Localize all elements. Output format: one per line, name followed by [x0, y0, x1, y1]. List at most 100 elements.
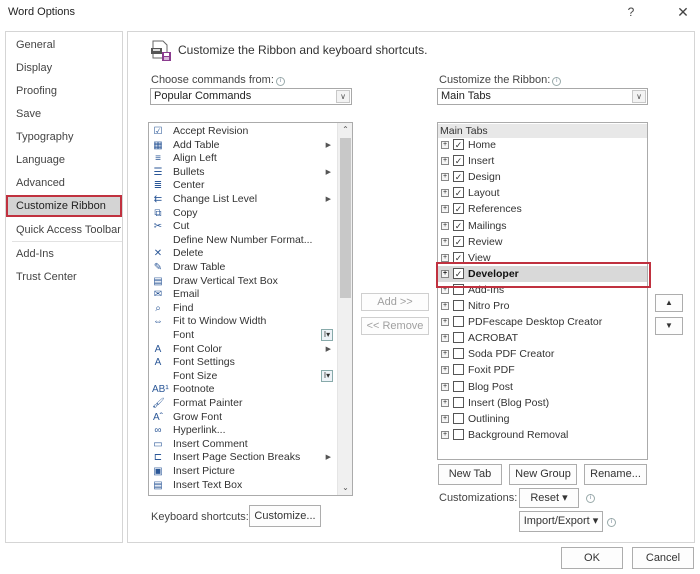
command-item[interactable]: A Font Settings — [149, 356, 337, 370]
nav-item-add-ins[interactable]: Add-Ins — [6, 243, 122, 265]
expand-icon[interactable]: + — [441, 366, 449, 375]
command-item[interactable]: ≡ Align Left — [149, 152, 337, 166]
nav-item-display[interactable]: Display — [6, 57, 122, 79]
info-icon[interactable]: i — [586, 494, 595, 503]
command-item[interactable]: 🖌 Format Painter — [149, 397, 337, 411]
tab-checkbox[interactable]: ✓ — [453, 267, 464, 279]
chevron-down-icon[interactable]: ∨ — [336, 90, 350, 103]
help-button[interactable]: ? — [621, 3, 641, 21]
ribbon-tab-item[interactable]: + ✓ View — [438, 250, 647, 266]
command-item[interactable]: ≣ Center — [149, 179, 337, 193]
new-tab-button[interactable]: New Tab — [438, 464, 502, 485]
move-up-button[interactable]: ▲ — [655, 294, 683, 312]
tab-checkbox[interactable] — [453, 332, 464, 344]
expand-icon[interactable]: + — [441, 253, 449, 262]
expand-icon[interactable]: + — [441, 189, 449, 198]
tab-checkbox[interactable] — [453, 316, 464, 328]
ribbon-tab-item[interactable]: + Foxit PDF — [438, 362, 647, 378]
command-item[interactable]: AB¹ Footnote — [149, 383, 337, 397]
ribbon-tab-item[interactable]: + ACROBAT — [438, 330, 647, 346]
commands-scrollbar[interactable]: ⌃ ⌄ — [337, 123, 352, 495]
expand-icon[interactable]: + — [441, 173, 449, 182]
tab-checkbox[interactable]: ✓ — [453, 235, 464, 247]
tab-checkbox[interactable]: ✓ — [453, 187, 464, 199]
add-button[interactable]: Add >> — [361, 293, 429, 311]
expand-icon[interactable]: + — [441, 398, 449, 407]
tab-checkbox[interactable]: ✓ — [453, 251, 464, 263]
tab-checkbox[interactable]: ✓ — [453, 171, 464, 183]
rename-button[interactable]: Rename... — [584, 464, 647, 485]
nav-item-quick-access-toolbar[interactable]: Quick Access Toolbar — [6, 219, 122, 241]
tab-checkbox[interactable] — [453, 283, 464, 295]
expand-icon[interactable]: + — [441, 302, 449, 310]
info-icon[interactable]: i — [552, 77, 562, 86]
tab-checkbox[interactable] — [453, 380, 464, 392]
expand-icon[interactable]: + — [441, 285, 449, 294]
command-item[interactable]: ▣ Insert Picture — [149, 465, 337, 479]
scroll-thumb[interactable] — [340, 138, 351, 298]
command-item[interactable]: ✕ Delete — [149, 247, 337, 261]
nav-item-general[interactable]: General — [6, 34, 122, 56]
nav-item-proofing[interactable]: Proofing — [6, 80, 122, 102]
command-item[interactable]: ☰ Bullets ▶ — [149, 166, 337, 180]
tab-checkbox[interactable]: ✓ — [453, 139, 464, 150]
tab-checkbox[interactable] — [453, 348, 464, 360]
nav-item-trust-center[interactable]: Trust Center — [6, 266, 122, 288]
command-item[interactable]: ∞ Hyperlink... — [149, 424, 337, 438]
remove-button[interactable]: << Remove — [361, 317, 429, 335]
new-group-button[interactable]: New Group — [509, 464, 577, 485]
ribbon-tab-item[interactable]: + ✓ References — [438, 201, 647, 217]
expand-icon[interactable]: + — [441, 414, 449, 423]
command-item[interactable]: Define New Number Format... — [149, 234, 337, 248]
tab-checkbox[interactable] — [453, 396, 464, 408]
expand-icon[interactable]: + — [441, 221, 449, 230]
info-icon[interactable]: i — [607, 518, 616, 527]
ribbon-tab-item[interactable]: + Blog Post — [438, 379, 647, 395]
command-item[interactable]: ⌕ Find — [149, 302, 337, 316]
expand-icon[interactable]: + — [441, 141, 449, 149]
ribbon-tab-item[interactable]: + ✓ Developer — [438, 265, 647, 282]
ribbon-tab-item[interactable]: + ✓ Home — [438, 137, 647, 153]
reset-info[interactable]: i — [584, 491, 595, 503]
expand-icon[interactable]: + — [441, 350, 449, 359]
ribbon-tab-item[interactable]: + Outlining — [438, 411, 647, 427]
tab-checkbox[interactable] — [453, 428, 464, 440]
command-item[interactable]: ✉ Email — [149, 288, 337, 302]
move-down-button[interactable]: ▼ — [655, 317, 683, 335]
nav-item-language[interactable]: Language — [6, 149, 122, 171]
ribbon-tab-item[interactable]: + PDFescape Desktop Creator — [438, 314, 647, 330]
command-item[interactable]: ⧉ Copy — [149, 207, 337, 221]
expand-icon[interactable]: + — [441, 318, 449, 327]
tab-checkbox[interactable] — [453, 300, 464, 311]
expand-icon[interactable]: + — [441, 157, 449, 166]
expand-icon[interactable]: + — [441, 269, 449, 278]
tab-checkbox[interactable]: ✓ — [453, 219, 464, 231]
ribbon-tab-item[interactable]: + ✓ Review — [438, 234, 647, 250]
tab-checkbox[interactable] — [453, 364, 464, 376]
command-item[interactable]: ☑ Accept Revision — [149, 125, 337, 139]
command-item[interactable]: ▤ Draw Vertical Text Box — [149, 275, 337, 289]
expand-icon[interactable]: + — [441, 205, 449, 214]
ribbon-tab-item[interactable]: + ✓ Mailings — [438, 218, 647, 234]
ribbon-tab-item[interactable]: + Nitro Pro — [438, 298, 647, 314]
command-item[interactable]: Font Size I▾ — [149, 369, 337, 384]
command-item[interactable]: A Font Color ▶ — [149, 343, 337, 357]
command-item[interactable]: ⇇ Change List Level ▶ — [149, 193, 337, 207]
command-item[interactable]: ⊏ Insert Page Section Breaks ▶ — [149, 451, 337, 465]
ok-button[interactable]: OK — [561, 547, 623, 569]
command-item[interactable]: ✎ Draw Table — [149, 261, 337, 275]
cancel-button[interactable]: Cancel — [632, 547, 694, 569]
command-item[interactable]: ⇔ Fit to Window Width — [149, 315, 337, 329]
command-item[interactable]: ▤ Insert Text Box — [149, 479, 337, 493]
customize-ribbon-dropdown[interactable]: Main Tabs ∨ — [437, 88, 648, 105]
close-button[interactable]: ✕ — [673, 3, 693, 21]
nav-item-advanced[interactable]: Advanced — [6, 172, 122, 194]
ribbon-tab-item[interactable]: + ✓ Insert — [438, 153, 647, 169]
chevron-down-icon[interactable]: ∨ — [632, 90, 646, 103]
nav-item-customize-ribbon[interactable]: Customize Ribbon — [6, 195, 122, 217]
expand-icon[interactable]: + — [441, 382, 449, 391]
command-item[interactable]: Aˆ Grow Font — [149, 411, 337, 425]
import-export-button[interactable]: Import/Export ▾ — [519, 511, 603, 532]
expand-icon[interactable]: + — [441, 237, 449, 246]
expand-icon[interactable]: + — [441, 430, 449, 439]
